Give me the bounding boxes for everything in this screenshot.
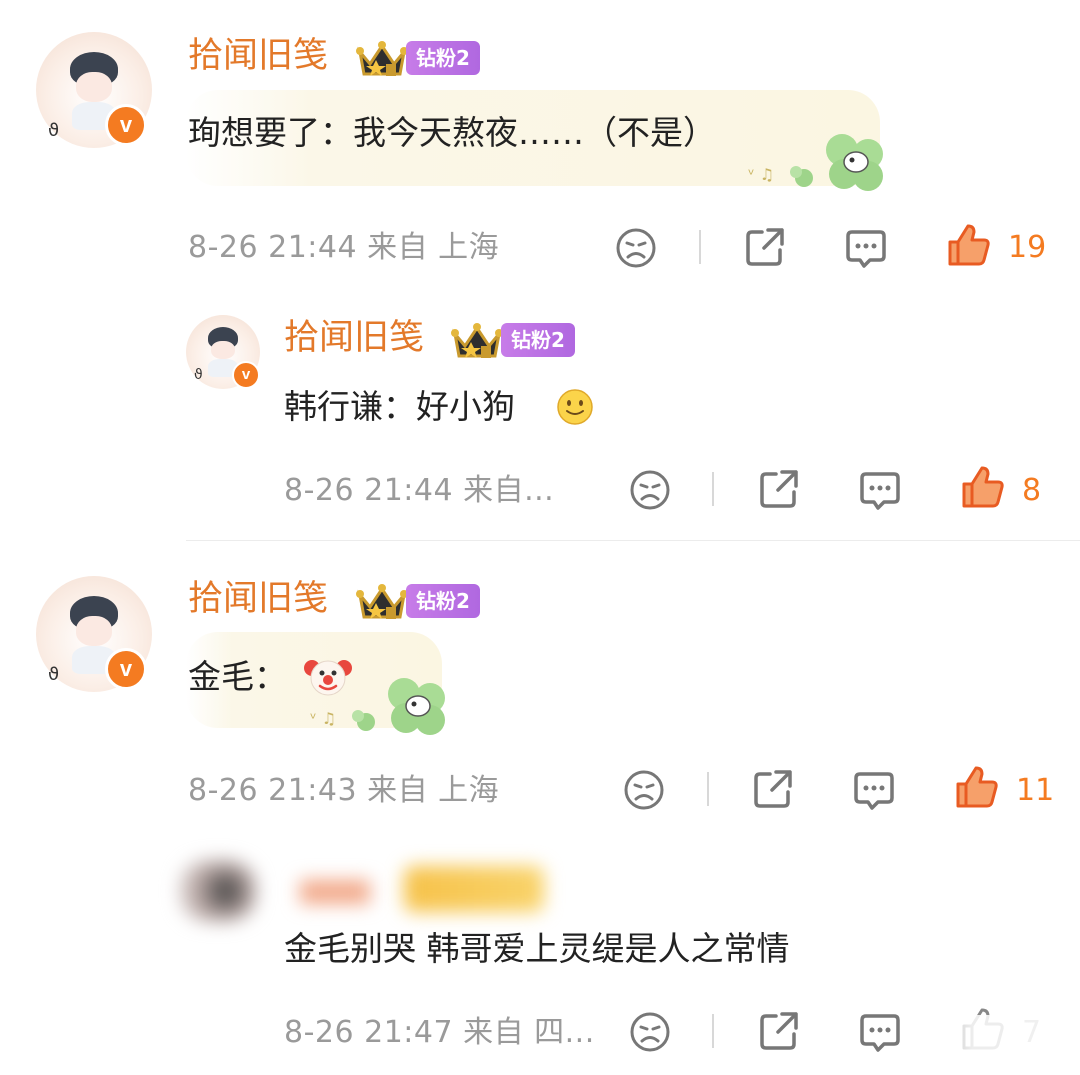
thumbs-up-icon[interactable] <box>946 222 992 268</box>
verified-badge-icon: v <box>232 361 260 389</box>
comment-icon[interactable] <box>852 768 896 812</box>
like-count: 11 <box>1016 773 1055 808</box>
crown-icon <box>451 323 503 358</box>
separator <box>712 1014 714 1048</box>
username-obscured[interactable] <box>300 880 370 904</box>
sad-face-icon[interactable] <box>628 468 672 512</box>
username[interactable]: 拾闻旧笺 <box>284 318 424 358</box>
fan-badge: 钻粉2 <box>406 584 480 618</box>
share-icon[interactable] <box>756 466 802 512</box>
comment-text: 金毛： <box>188 657 287 696</box>
separator <box>712 472 714 506</box>
crown-icon <box>356 41 408 76</box>
avatar-obscured[interactable] <box>180 860 256 922</box>
fan-badge: 钻粉2 <box>406 41 480 75</box>
comment-meta: 8-26 21:44 来自 上海 <box>188 230 500 265</box>
fan-badge: 钻粉2 <box>501 323 575 357</box>
comment-text: 金毛别哭 韩哥爱上灵缇是人之常情 <box>284 929 790 968</box>
comment-meta: 8-26 21:47 来自 四... <box>284 1015 595 1050</box>
comment-text: 珣想要了：我今天熬夜……（不是） <box>188 113 716 152</box>
username[interactable]: 拾闻旧笺 <box>188 579 328 619</box>
clover-sticker: ᵛ ♫ <box>748 134 883 191</box>
username[interactable]: 拾闻旧笺 <box>188 36 328 76</box>
scribble-decoration: ϑ <box>48 120 60 141</box>
verified-badge-icon: v <box>105 104 147 146</box>
like-count: 8 <box>1022 473 1042 508</box>
sad-face-icon[interactable] <box>614 226 658 270</box>
svg-text:ᵛ ♫: ᵛ ♫ <box>748 165 774 184</box>
like-count: 19 <box>1008 230 1047 265</box>
comment-meta: 8-26 21:44 来自... <box>284 473 555 508</box>
comment-text: 韩行谦：好小狗 <box>284 387 515 426</box>
sad-face-icon[interactable] <box>628 1010 672 1054</box>
comment-meta: 8-26 21:43 来自 上海 <box>188 773 500 808</box>
comment-icon[interactable] <box>858 468 902 512</box>
comment-icon[interactable] <box>844 226 888 270</box>
share-icon[interactable] <box>742 224 788 270</box>
divider <box>186 540 1080 541</box>
smile-emoji <box>557 389 593 425</box>
badge-obscured <box>404 866 544 912</box>
sad-face-icon[interactable] <box>622 768 666 812</box>
svg-text:ᵛ ♫: ᵛ ♫ <box>310 709 336 728</box>
clover-sticker: ᵛ ♫ <box>310 678 445 735</box>
comment-icon[interactable] <box>858 1010 902 1054</box>
share-icon[interactable] <box>750 766 796 812</box>
share-icon[interactable] <box>756 1008 802 1054</box>
thumbs-up-icon[interactable] <box>960 464 1006 510</box>
thumbs-up-icon[interactable] <box>954 764 1000 810</box>
scribble-decoration: ϑ <box>48 664 60 685</box>
watermark-overlay <box>900 1015 1080 1075</box>
scribble-decoration: ϑ <box>194 367 203 383</box>
verified-badge-icon: v <box>105 648 147 690</box>
separator <box>699 230 701 264</box>
crown-icon <box>356 584 408 619</box>
separator <box>707 772 709 806</box>
